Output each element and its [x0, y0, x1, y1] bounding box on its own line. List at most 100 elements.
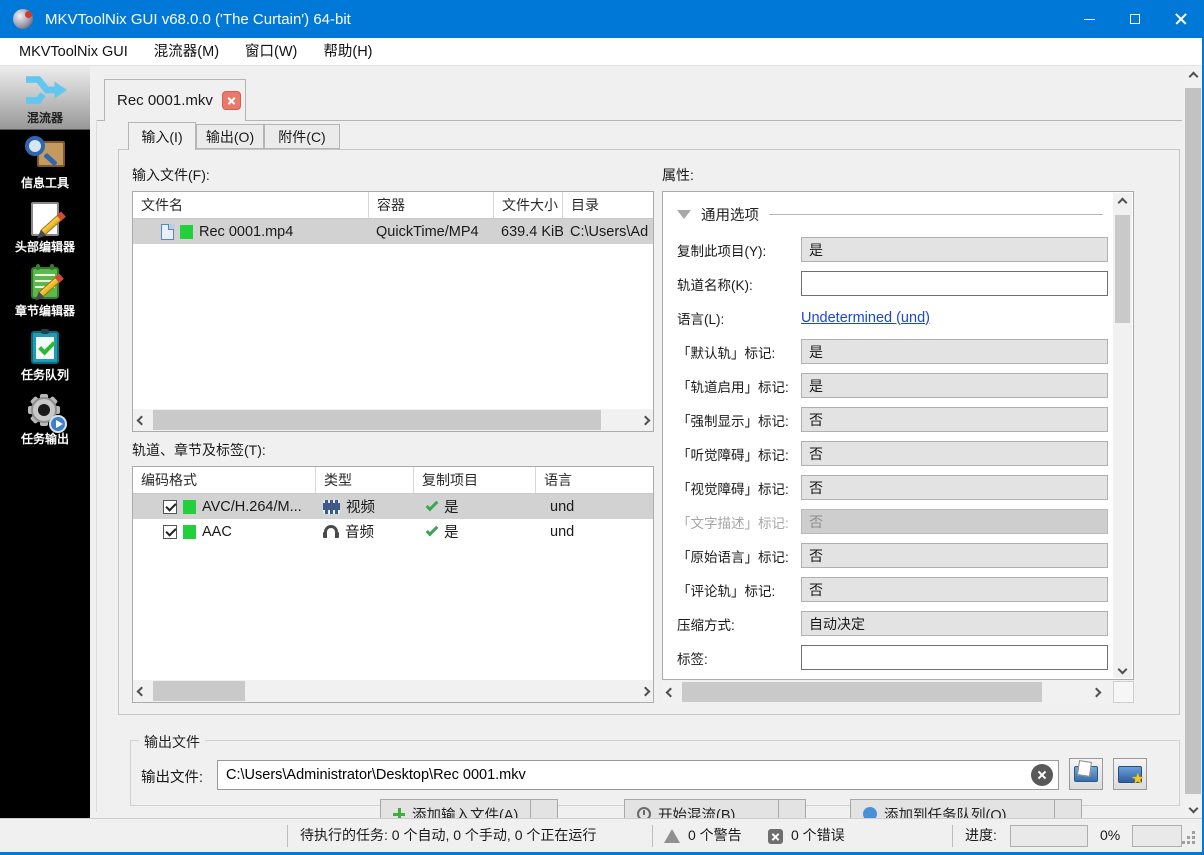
prop-row-copy-item: 复制此项目(Y): 是 — [677, 237, 1108, 262]
track-row-audio[interactable]: AAC 音频 是 und — [133, 519, 653, 544]
column-header-directory[interactable]: 目录 — [563, 192, 653, 218]
track-checkbox[interactable] — [163, 499, 177, 514]
compression-select[interactable]: 自动决定 — [801, 611, 1108, 636]
errors-count: 0 个错误 — [791, 827, 845, 843]
prop-row-compression: 压缩方式: 自动决定 — [677, 611, 1108, 636]
scrollbar-thumb[interactable] — [1115, 215, 1130, 323]
column-header-type[interactable]: 类型 — [316, 467, 414, 493]
hearing-impaired-select[interactable]: 否 — [801, 441, 1108, 466]
sidebar-item-info-tool[interactable]: 信息工具 — [0, 130, 90, 194]
default-track-select[interactable]: 是 — [801, 339, 1108, 364]
status-bar: 待执行的任务: 0 个自动, 0 个手动, 0 个正在运行 0 个警告 0 个错… — [0, 818, 1204, 852]
track-row-video[interactable]: AVC/H.264/M... 视频 是 und — [133, 494, 653, 519]
column-header-container[interactable]: 容器 — [369, 192, 494, 218]
scrollbar-corner — [1113, 681, 1134, 703]
browse-output-button[interactable] — [1069, 758, 1103, 790]
language-cell: und — [550, 523, 575, 540]
main-vertical-scrollbar[interactable] — [1184, 66, 1202, 818]
sidebar-item-header-editor[interactable]: 头部编辑器 — [0, 194, 90, 258]
original-language-select[interactable]: 否 — [801, 543, 1108, 568]
scrollbar-thumb[interactable] — [153, 410, 601, 430]
track-name-input[interactable] — [801, 271, 1108, 296]
menu-help[interactable]: 帮助(H) — [310, 38, 385, 66]
maximize-button[interactable] — [1112, 0, 1158, 38]
prop-row-forced-display: 「强制显示」标记: 否 — [677, 407, 1108, 432]
minimize-button[interactable] — [1066, 0, 1112, 38]
prop-row-track-name: 轨道名称(K): — [677, 271, 1108, 296]
column-header-file-name[interactable]: 文件名 — [133, 192, 369, 218]
progress-label: 进度: — [965, 827, 997, 843]
resize-grip[interactable] — [1182, 831, 1196, 845]
input-files-hscrollbar[interactable] — [133, 409, 653, 431]
scroll-left-button[interactable] — [133, 680, 149, 702]
track-checkbox[interactable] — [163, 524, 177, 539]
input-files-table-header: 文件名 容器 文件大小 目录 — [133, 192, 653, 219]
track-enabled-select[interactable]: 是 — [801, 373, 1108, 398]
forced-display-select[interactable]: 否 — [801, 407, 1108, 432]
tab-input[interactable]: 输入(I) — [128, 122, 196, 150]
column-header-codec[interactable]: 编码格式 — [133, 467, 316, 493]
scrollbar-thumb[interactable] — [682, 682, 1042, 702]
window-title: MKVToolNix GUI v68.0.0 ('The Curtain') 6… — [45, 10, 351, 28]
output-group-label: 输出文件 — [139, 732, 205, 752]
tab-pane-border-left — [96, 120, 97, 812]
properties-vscrollbar[interactable] — [1113, 193, 1132, 678]
sidebar-item-merge[interactable]: 混流器 — [0, 66, 90, 130]
input-files-label: 输入文件(F): — [132, 167, 210, 183]
visual-impaired-select[interactable]: 否 — [801, 475, 1108, 500]
scrollbar-thumb[interactable] — [153, 681, 245, 701]
tab-attachments[interactable]: 附件(C) — [264, 124, 340, 149]
track-status-chip — [183, 524, 196, 539]
browse-icon — [1074, 766, 1098, 782]
close-button[interactable] — [1158, 0, 1204, 38]
copy-item-select[interactable]: 是 — [801, 237, 1108, 262]
tab-close-icon[interactable] — [221, 91, 241, 110]
sidebar-item-job-queue[interactable]: 任务队列 — [0, 322, 90, 386]
scrollbar-thumb[interactable] — [1185, 88, 1201, 794]
menu-merge[interactable]: 混流器(M) — [141, 38, 232, 66]
scroll-up-button[interactable] — [1113, 193, 1132, 211]
scroll-left-button[interactable] — [662, 681, 678, 703]
sidebar-item-job-output[interactable]: 任务输出 — [0, 386, 90, 450]
clear-output-icon[interactable] — [1031, 764, 1053, 786]
minimize-icon — [1083, 18, 1095, 20]
sidebar-item-chapter-editor[interactable]: 章节编辑器 — [0, 258, 90, 322]
input-file-row[interactable]: Rec 0001.mp4 QuickTime/MP4 639.4 KiB C:\… — [133, 219, 653, 244]
file-icon — [161, 223, 174, 240]
output-file-input[interactable] — [217, 760, 1059, 790]
progress-bar-current — [1010, 825, 1088, 847]
scroll-down-button[interactable] — [1184, 798, 1202, 818]
tab-output[interactable]: 输出(O) — [196, 124, 264, 149]
column-header-copy[interactable]: 复制项目 — [414, 467, 536, 493]
codec-cell: AVC/H.264/M... — [202, 498, 302, 515]
scroll-right-button[interactable] — [1088, 681, 1104, 703]
favorite-folder-button[interactable] — [1113, 758, 1147, 790]
prop-row-visual-impaired: 「视觉障碍」标记: 否 — [677, 475, 1108, 500]
type-cell: 音频 — [345, 525, 374, 541]
properties-hscrollbar[interactable] — [662, 681, 1134, 703]
language-link[interactable]: Undetermined (und) — [801, 310, 930, 326]
document-tab[interactable]: Rec 0001.mkv — [104, 79, 246, 121]
column-header-file-size[interactable]: 文件大小 — [494, 192, 563, 218]
tracks-hscrollbar[interactable] — [133, 680, 653, 702]
job-output-icon — [25, 390, 67, 433]
scroll-right-button[interactable] — [637, 680, 653, 702]
commentary-select[interactable]: 否 — [801, 577, 1108, 602]
collapse-triangle-icon[interactable] — [677, 209, 691, 219]
group-divider — [769, 213, 1103, 215]
column-header-language[interactable]: 语言 — [536, 467, 653, 493]
tracks-label: 轨道、章节及标签(T): — [132, 442, 266, 458]
document-tab-label: Rec 0001.mkv — [117, 92, 213, 109]
file-size-cell: 639.4 KiB — [501, 223, 563, 240]
warning-icon — [664, 829, 680, 843]
progress-value: 0% — [1100, 827, 1121, 843]
scroll-right-button[interactable] — [637, 409, 653, 431]
menu-window[interactable]: 窗口(W) — [232, 38, 310, 66]
input-files-table: 文件名 容器 文件大小 目录 Rec 0001.mp4 QuickTime/MP… — [132, 191, 654, 432]
scroll-up-button[interactable] — [1184, 66, 1202, 86]
scroll-down-button[interactable] — [1113, 660, 1132, 678]
scroll-left-button[interactable] — [133, 409, 149, 431]
menu-mkvtoolnix-gui[interactable]: MKVToolNix GUI — [6, 38, 141, 66]
language-cell: und — [550, 498, 575, 515]
tags-input[interactable] — [801, 645, 1108, 670]
